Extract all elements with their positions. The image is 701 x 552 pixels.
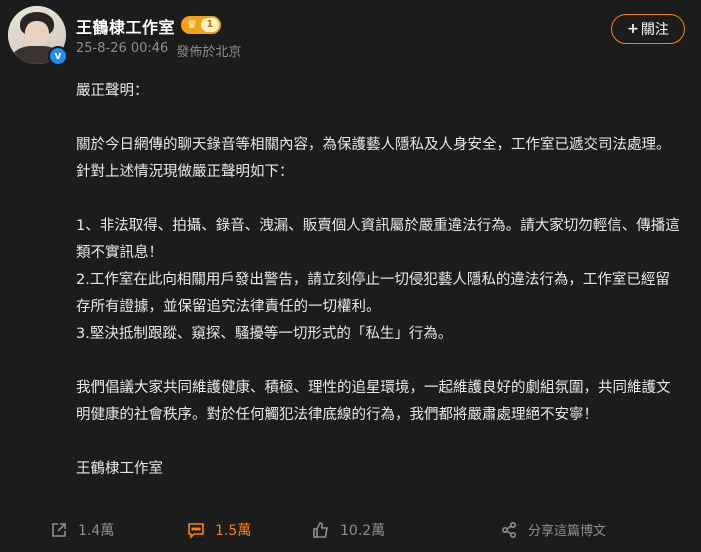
- plus-icon: +: [627, 21, 639, 37]
- post-timestamp[interactable]: 25-8-26 00:46: [76, 41, 168, 60]
- comment-count: 1.5萬: [215, 523, 252, 539]
- share-icon: [501, 521, 517, 538]
- comment-icon: [188, 523, 204, 539]
- verified-icon: v: [48, 46, 68, 66]
- post-closing: 我們倡議大家共同維護健康、積極、理性的追星環境，一起維護良好的劇組氛圍，共同維護…: [76, 380, 671, 423]
- statement-item: 1、非法取得、拍攝、錄音、洩漏、販賣個人資訊屬於嚴重違法行為。請大家切勿輕信、傳…: [76, 218, 680, 261]
- like-count: 10.2萬: [340, 523, 386, 539]
- repost-count: 1.4萬: [78, 523, 115, 539]
- statement-item: 3.堅決抵制跟蹤、窺探、騷擾等一切形式的「私生」行為。: [76, 326, 453, 342]
- like-button[interactable]: 10.2萬: [312, 520, 385, 540]
- avatar[interactable]: v: [8, 6, 68, 66]
- post-meta: 25-8-26 00:46 發佈於北京: [76, 41, 241, 60]
- post-signature: 王鶴棣工作室: [76, 461, 163, 477]
- repost-icon: [52, 523, 66, 537]
- crown-icon: ♛: [187, 18, 197, 31]
- post-location: 發佈於北京: [176, 45, 242, 60]
- post-content: 嚴正聲明： 關於今日網傳的聊天錄音等相關內容，為保護藝人隱私及人身安全，工作室已…: [76, 78, 681, 483]
- statement-item: 2.工作室在此向相關用戶發出警告，請立刻停止一切侵犯藝人隱私的違法行為，工作室已…: [76, 272, 670, 315]
- action-bar: 1.4萬 1.5萬 10.2萬 分享這篇博文: [0, 515, 701, 545]
- thumbs-up-icon: [313, 522, 328, 538]
- account-name[interactable]: 王鶴棣工作室: [76, 14, 175, 38]
- weibo-post: v 王鶴棣工作室 ♛ 1 25-8-26 00:46 發佈於北京 + 關注 嚴正…: [0, 0, 701, 552]
- post-title: 嚴正聲明：: [76, 83, 149, 99]
- level-badge[interactable]: ♛ 1: [181, 16, 221, 34]
- level-number: 1: [201, 18, 219, 32]
- post-intro: 關於今日網傳的聊天錄音等相關內容，為保護藝人隱私及人身安全，工作室已遞交司法處理…: [76, 137, 671, 180]
- share-label: 分享這篇博文: [528, 524, 607, 539]
- repost-button[interactable]: 1.4萬: [50, 520, 114, 540]
- follow-label: 關注: [640, 22, 669, 38]
- follow-button[interactable]: + 關注: [611, 14, 685, 44]
- comment-button[interactable]: 1.5萬: [187, 520, 251, 540]
- share-button[interactable]: 分享這篇博文: [500, 520, 606, 539]
